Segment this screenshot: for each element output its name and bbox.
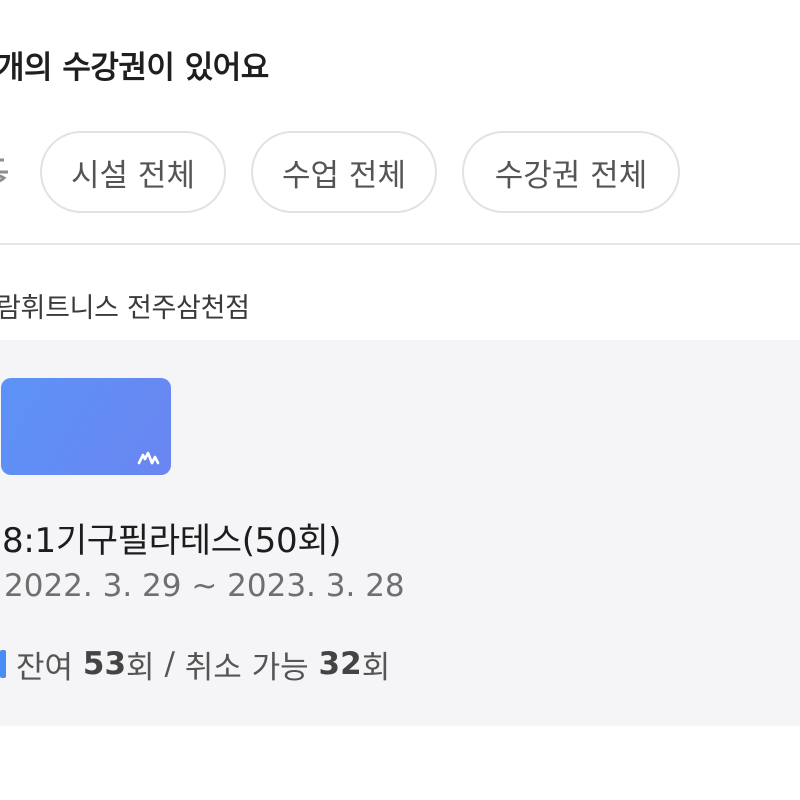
filter-chip-pass[interactable]: 수강권 전체 <box>462 131 680 213</box>
remaining-unit: 회 <box>126 649 155 686</box>
cancelable-count: 32 <box>318 646 362 682</box>
brand-logo-icon <box>137 451 160 465</box>
filter-chip-facility[interactable]: 시설 전체 <box>40 131 226 213</box>
pass-count-heading: 개의 수강권이 있어요 <box>0 50 269 86</box>
pass-period: 2022. 3. 29 ~ 2023. 3. 28 <box>4 568 405 604</box>
facility-name: 람휘트니스 전주삼천점 <box>0 293 250 324</box>
section-divider <box>0 243 800 245</box>
pass-list-page: 개의 수강권이 있어요 시설 전체 수업 전체 수강권 전체 람휘트니스 전주삼… <box>0 0 800 800</box>
pass-usage: 잔여 53 회 / 취소 가능 32 회 <box>0 644 391 686</box>
cancelable-label: 취소 가능 <box>184 649 309 686</box>
pass-title: 8:1기구필라테스(50회) <box>2 521 342 561</box>
filter-icon[interactable] <box>0 150 12 194</box>
remaining-count: 53 <box>82 646 127 682</box>
cancelable-unit: 회 <box>361 649 391 686</box>
remaining-label: 잔여 <box>16 649 74 686</box>
usage-marker <box>0 650 6 678</box>
usage-separator: / <box>164 646 175 682</box>
filter-chip-class[interactable]: 수업 전체 <box>251 131 437 213</box>
